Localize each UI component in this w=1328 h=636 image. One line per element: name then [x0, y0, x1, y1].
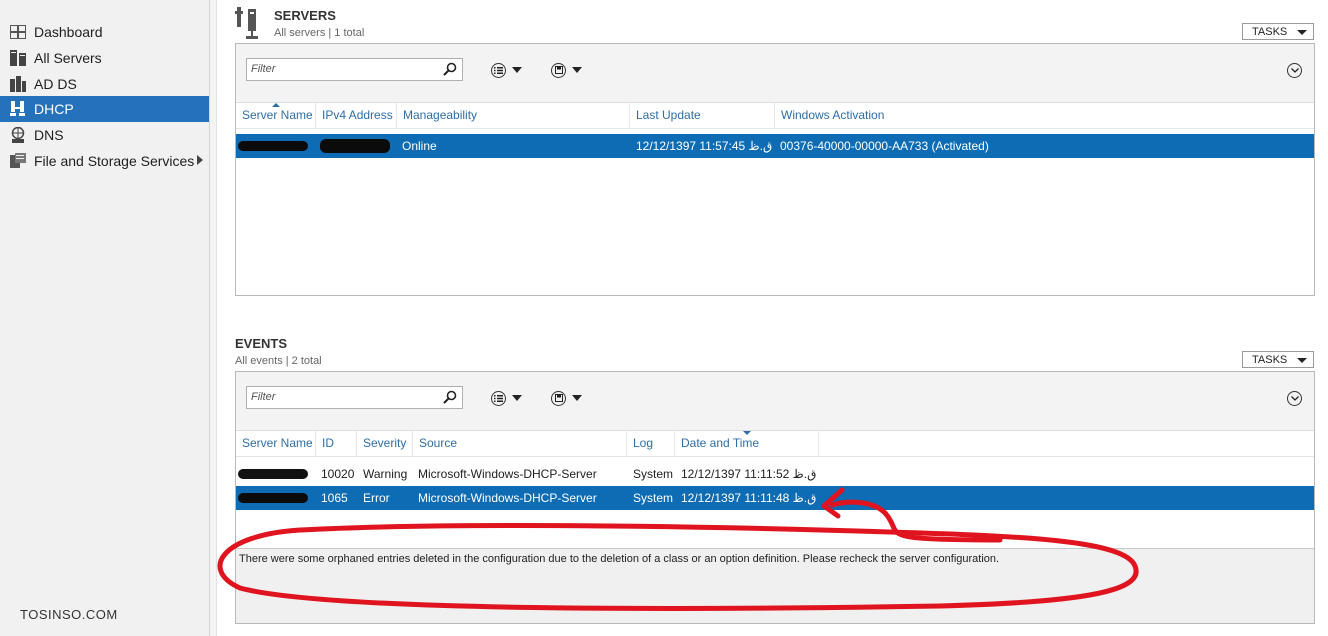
servers-filter-input[interactable]: Filter [246, 58, 463, 81]
events-expand-button[interactable] [1287, 391, 1302, 406]
cell-severity: Warning [363, 467, 408, 481]
sidebar-item-all-servers[interactable]: All Servers [0, 45, 209, 71]
events-tasks-button[interactable]: TASKS [1242, 351, 1314, 368]
column-ipv4-address[interactable]: IPv4 Address [316, 102, 397, 128]
sidebar-item-dashboard[interactable]: Dashboard [0, 19, 209, 45]
events-panel: Filter Server Name ID Severity Source Lo… [235, 371, 1315, 624]
sidebar-item-label: Dashboard [34, 24, 103, 40]
filter-placeholder: Filter [251, 391, 276, 403]
adds-icon [9, 75, 27, 93]
redacted-server-name [238, 141, 308, 151]
sidebar-item-dhcp[interactable]: DHCP [0, 96, 209, 122]
cell-log: System [633, 491, 674, 505]
servers-subtitle: All servers | 1 total [274, 27, 365, 39]
splitter[interactable] [210, 0, 217, 636]
dashboard-icon [9, 23, 27, 41]
chevron-right-icon [197, 155, 203, 165]
event-details-pane: There were some orphaned entries deleted… [236, 548, 1314, 623]
sidebar-item-label: File and Storage Services [34, 153, 195, 169]
search-icon[interactable] [443, 62, 457, 79]
cell-id: 10020 [321, 467, 355, 481]
sidebar-item-label: DHCP [34, 101, 74, 117]
cell-last-update: 12/12/1397 11:57:45 ق.ظ [636, 139, 773, 153]
dropdown-arrow-icon [512, 67, 522, 73]
column-date-time[interactable]: Date and Time [675, 430, 819, 456]
events-save-query-button[interactable] [551, 389, 591, 407]
column-source[interactable]: Source [413, 430, 627, 456]
sidebar-item-dns[interactable]: DNS [0, 122, 209, 148]
sidebar: Dashboard All Servers AD DS DHCP DNS Fil… [0, 0, 210, 636]
events-toolbar: Filter [236, 372, 1314, 431]
redacted-server-name [238, 493, 308, 503]
table-row[interactable]: 1065 Error Microsoft-Windows-DHCP-Server… [236, 486, 1314, 510]
cell-source: Microsoft-Windows-DHCP-Server [418, 491, 597, 505]
cell-activation: 00376-40000-00000-AA733 (Activated) [780, 139, 989, 153]
sidebar-item-file-storage[interactable]: File and Storage Services [0, 148, 209, 174]
event-details-text: There were some orphaned entries deleted… [239, 553, 1000, 565]
column-server-name[interactable]: Server Name [236, 102, 316, 128]
search-icon[interactable] [443, 390, 457, 407]
column-server-name[interactable]: Server Name [236, 430, 316, 456]
sidebar-item-label: DNS [34, 127, 64, 143]
dropdown-arrow-icon [512, 395, 522, 401]
servers-panel: Filter Server Name IPv4 Address Manageab… [235, 43, 1315, 296]
cell-id: 1065 [321, 491, 348, 505]
column-windows-activation[interactable]: Windows Activation [775, 102, 1309, 128]
sort-ascending-icon [272, 103, 280, 107]
dropdown-arrow-icon [572, 395, 582, 401]
cell-severity: Error [363, 491, 390, 505]
cell-date-time: 12/12/1397 11:11:48 ق.ظ [681, 491, 817, 505]
watermark: TOSINSO.COM [20, 607, 118, 622]
sort-descending-icon [743, 431, 751, 435]
dropdown-arrow-icon [572, 67, 582, 73]
save-icon [551, 62, 566, 78]
dropdown-arrow-icon [1297, 358, 1307, 363]
servers-save-query-button[interactable] [551, 61, 591, 79]
chevron-down-icon [1290, 396, 1299, 401]
column-last-update[interactable]: Last Update [630, 102, 775, 128]
column-severity[interactable]: Severity [357, 430, 413, 456]
cell-manageability: Online [402, 139, 437, 153]
column-log[interactable]: Log [627, 430, 675, 456]
sidebar-item-label: AD DS [34, 76, 77, 92]
tasks-label: TASKS [1252, 353, 1288, 366]
tasks-label: TASKS [1252, 25, 1288, 38]
cell-source: Microsoft-Windows-DHCP-Server [418, 467, 597, 481]
servers-icon-large [235, 7, 263, 46]
events-column-headers: Server Name ID Severity Source Log Date … [236, 430, 1314, 457]
dropdown-arrow-icon [1297, 30, 1307, 35]
list-options-icon [491, 62, 506, 78]
dns-icon [9, 126, 27, 144]
events-title: EVENTS [235, 336, 288, 351]
table-row[interactable]: 10020 Warning Microsoft-Windows-DHCP-Ser… [236, 462, 1314, 486]
list-options-icon [491, 390, 506, 406]
column-manageability[interactable]: Manageability [397, 102, 630, 128]
chevron-down-icon [1290, 68, 1299, 73]
save-icon [551, 390, 566, 406]
storage-icon [9, 152, 27, 170]
events-view-options-button[interactable] [491, 389, 531, 407]
sidebar-item-label: All Servers [34, 50, 102, 66]
cell-date-time: 12/12/1397 11:11:52 ق.ظ [681, 467, 817, 481]
redacted-ipv4 [320, 139, 390, 153]
cell-log: System [633, 467, 674, 481]
sidebar-item-ad-ds[interactable]: AD DS [0, 71, 209, 97]
servers-view-options-button[interactable] [491, 61, 531, 79]
servers-tasks-button[interactable]: TASKS [1242, 23, 1314, 40]
dhcp-icon [9, 100, 27, 118]
servers-toolbar: Filter [236, 44, 1314, 103]
column-id[interactable]: ID [316, 430, 357, 456]
servers-expand-button[interactable] [1287, 63, 1302, 78]
table-row[interactable]: Online 12/12/1397 11:57:45 ق.ظ 00376-400… [236, 134, 1314, 158]
servers-column-headers: Server Name IPv4 Address Manageability L… [236, 102, 1314, 129]
events-subtitle: All events | 2 total [235, 355, 322, 367]
events-filter-input[interactable]: Filter [246, 386, 463, 409]
servers-title: SERVERS [274, 8, 336, 23]
filter-placeholder: Filter [251, 63, 276, 75]
servers-icon [9, 49, 27, 67]
redacted-server-name [238, 469, 308, 479]
